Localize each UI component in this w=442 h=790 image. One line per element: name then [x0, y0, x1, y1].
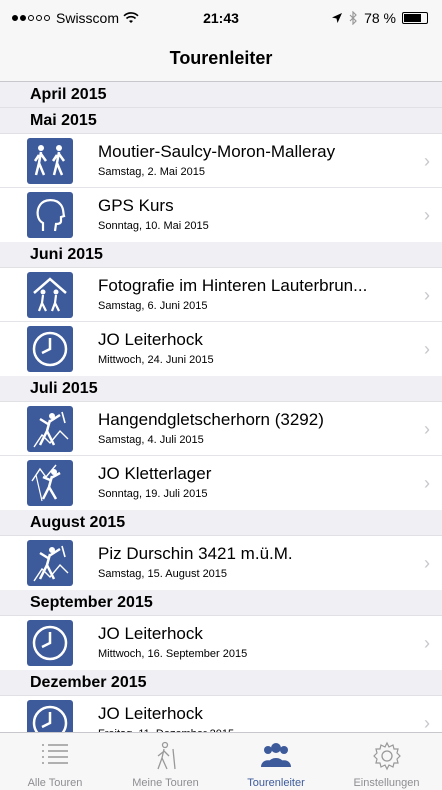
clock-icon: [27, 620, 73, 666]
tour-title: JO Leiterhock: [98, 330, 203, 349]
chevron-right-icon: ›: [424, 285, 430, 305]
tab-label: Meine Touren: [132, 777, 199, 789]
tour-date: Samstag, 2. Mai 2015: [98, 166, 206, 178]
tour-row[interactable]: Fotografie im Hinteren Lauterbrun... Sams…: [0, 268, 442, 322]
chevron-right-icon: ›: [424, 339, 430, 359]
tour-title: JO Leiterhock: [98, 704, 203, 723]
tour-title: JO Kletterlager: [98, 464, 212, 483]
page-title: Tourenleiter: [169, 48, 273, 68]
tour-title: Fotografie im Hinteren Lauterbrun...: [98, 276, 368, 295]
clock-icon: [27, 700, 73, 732]
tab-label: Alle Touren: [27, 777, 83, 789]
head-icon: [27, 192, 73, 238]
chevron-right-icon: ›: [424, 633, 430, 653]
tour-date: Samstag, 6. Juni 2015: [98, 300, 208, 312]
chevron-right-icon: ›: [424, 473, 430, 493]
hut-hikers-icon: [27, 272, 73, 318]
tour-date: Sonntag, 10. Mai 2015: [98, 220, 209, 232]
tour-title: Piz Durschin 3421 m.ü.M.: [98, 544, 293, 563]
section-header: April 2015: [0, 82, 442, 108]
tour-list[interactable]: April 2015 Mai 2015 Moutier-Saulcy-Moron-M…: [0, 82, 442, 732]
section-header: Mai 2015: [0, 108, 442, 134]
tour-date: Mittwoch, 16. September 2015: [98, 648, 248, 660]
climbing-rope-icon: [27, 460, 73, 506]
tour-row[interactable]: GPS Kurs Sonntag, 10. Mai 2015 ›: [0, 188, 442, 242]
status-bar: Swisscom 21:43 78 %: [0, 0, 442, 40]
tour-row[interactable]: JO Kletterlager Sonntag, 19. Juli 2015 ›: [0, 456, 442, 510]
tab-einstellungen[interactable]: Einstellungen: [332, 733, 442, 790]
section-header: September 2015: [0, 590, 442, 616]
tour-row[interactable]: Moutier-Saulcy-Moron-Malleray Samstag, 2.…: [0, 134, 442, 188]
tab-label: Einstellungen: [353, 777, 420, 789]
tour-title: Hangendgletscherhorn (3292): [98, 410, 324, 429]
tour-title: GPS Kurs: [98, 196, 174, 215]
section-header: Juni 2015: [0, 242, 442, 268]
chevron-right-icon: ›: [424, 205, 430, 225]
battery-fill: [404, 14, 422, 22]
section-header: Dezember 2015: [0, 670, 442, 696]
tour-row[interactable]: JO Leiterhock Mittwoch, 16. September 201…: [0, 616, 442, 670]
hikers-icon: [27, 138, 73, 184]
chevron-right-icon: ›: [424, 419, 430, 439]
tour-title: JO Leiterhock: [98, 624, 203, 643]
battery-percent: 78 %: [364, 10, 396, 26]
bluetooth-icon: [349, 11, 357, 25]
hiker-icon: [111, 741, 221, 771]
tour-title: Moutier-Saulcy-Moron-Malleray: [98, 142, 336, 161]
status-right: 78 %: [331, 10, 428, 26]
chevron-right-icon: ›: [424, 713, 430, 732]
chevron-right-icon: ›: [424, 553, 430, 573]
tour-date: Samstag, 15. August 2015: [98, 568, 228, 580]
tour-row[interactable]: JO Leiterhock Mittwoch, 24. Juni 2015 ›: [0, 322, 442, 376]
tour-date: Samstag, 4. Juli 2015: [98, 434, 204, 446]
group-icon: [221, 741, 331, 769]
tab-label: Tourenleiter: [247, 777, 305, 789]
tab-alle-touren[interactable]: Alle Touren: [0, 733, 110, 790]
tour-date: Mittwoch, 24. Juni 2015: [98, 354, 214, 366]
navigation-bar: Tourenleiter: [0, 40, 442, 82]
tour-row[interactable]: Hangendgletscherhorn (3292) Samstag, 4. J…: [0, 402, 442, 456]
chevron-right-icon: ›: [424, 151, 430, 171]
tab-meine-touren[interactable]: Meine Touren: [111, 733, 221, 790]
climber-icon: [27, 406, 73, 452]
section-header: Juli 2015: [0, 376, 442, 402]
tour-row[interactable]: Piz Durschin 3421 m.ü.M. Samstag, 15. Aug…: [0, 536, 442, 590]
tour-date: Sonntag, 19. Juli 2015: [98, 488, 208, 500]
list-icon: [0, 741, 110, 767]
clock-icon: [27, 326, 73, 372]
climber-icon: [27, 540, 73, 586]
tour-row[interactable]: JO LeiterhockFreitag, 11. Dezember 2015›: [0, 696, 442, 732]
tab-bar: Alle Touren Meine Touren Tourenleiter Einst…: [0, 732, 442, 790]
section-header: August 2015: [0, 510, 442, 536]
battery-icon: [402, 12, 428, 24]
gear-icon: [332, 741, 442, 771]
tab-tourenleiter[interactable]: Tourenleiter: [221, 733, 331, 790]
location-arrow-icon: [332, 13, 343, 23]
